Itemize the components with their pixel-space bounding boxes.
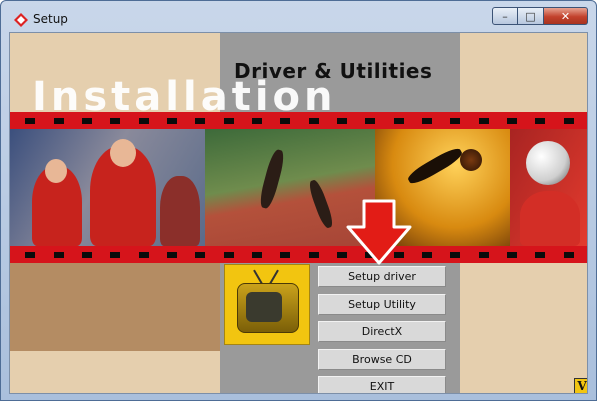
- decorative-panel: [10, 259, 220, 351]
- film-strip-bottom: [10, 246, 587, 263]
- tv-illustration: [224, 264, 310, 345]
- setup-menu: Setup driver Setup Utility DirectX Brows…: [318, 266, 448, 393]
- window-controls: – □ ✕: [492, 7, 588, 27]
- setup-window: Setup – □ ✕ Driver & Utilities Installat…: [0, 0, 597, 401]
- window-title: Setup: [33, 12, 68, 26]
- browse-cd-button[interactable]: Browse CD: [318, 348, 446, 370]
- directx-button[interactable]: DirectX: [318, 321, 446, 342]
- minimize-button[interactable]: –: [492, 7, 518, 25]
- soccer-players-photo: [10, 129, 205, 246]
- red-arrow-down-icon: [346, 199, 412, 265]
- soccer-ball-photo: [510, 129, 587, 246]
- v-logo-icon: V: [574, 378, 587, 393]
- setup-client-area: Driver & Utilities Installation Setup dr…: [9, 32, 588, 394]
- setup-app-icon: [14, 13, 28, 27]
- setup-utility-button[interactable]: Setup Utility: [318, 293, 446, 315]
- exit-button[interactable]: EXIT: [318, 376, 446, 393]
- tv-icon: [237, 283, 299, 333]
- close-button[interactable]: ✕: [544, 7, 588, 25]
- title-bar[interactable]: Setup – □ ✕: [1, 1, 596, 31]
- setup-driver-button[interactable]: Setup driver: [318, 266, 446, 287]
- sports-photo-strip: [10, 129, 587, 246]
- installation-heading: Installation: [32, 74, 337, 120]
- maximize-button[interactable]: □: [518, 7, 544, 25]
